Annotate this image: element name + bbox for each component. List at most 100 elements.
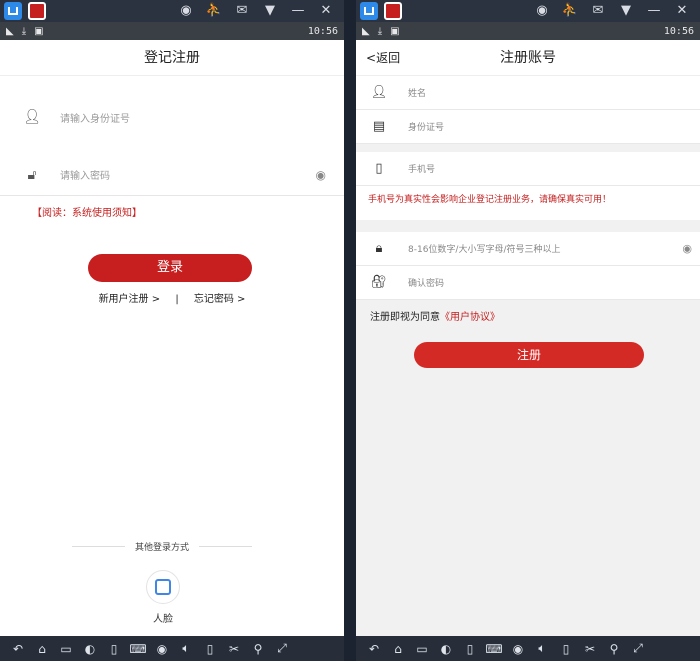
person-icon: 👤︎ — [23, 109, 41, 125]
rotate-icon[interactable]: ▯ — [554, 642, 578, 656]
fullscreen-icon[interactable]: ⤢ — [626, 641, 650, 656]
register-button[interactable]: 注册 — [414, 342, 644, 368]
eye-icon[interactable]: ◉ — [682, 242, 692, 255]
toggle-icon[interactable]: ◐ — [434, 642, 458, 656]
password-field[interactable]: 🔒︎ 8-16位数字/大小写字母/符号三种以上 ◉ — [356, 232, 700, 266]
volume-icon[interactable]: 🔈︎ — [174, 641, 198, 656]
emulator-top-bar: ◉ ⛹ ✉ ▼ — ✕ — [356, 0, 700, 22]
download-icon: ⤓ — [21, 25, 27, 37]
page-title: 注册账号 — [500, 50, 556, 66]
recents-nav-icon[interactable]: ▭ — [410, 642, 434, 656]
status-time: 10:56 — [663, 25, 694, 37]
emulator-top-bar: ◉ ⛹ ✉ ▼ — ✕ — [0, 0, 344, 22]
emulator-bottom-bar: ↶ ⌂ ▭ ◐ ▯ ⌨ ◉ 🔈︎ ▯ ✂ ⚲ ⤢ — [0, 636, 344, 661]
app-header: 登记注册 — [0, 40, 344, 76]
rotate-icon[interactable]: ▯ — [198, 642, 222, 656]
phone-icon[interactable]: ▯ — [102, 642, 126, 656]
id-number-input[interactable]: 身份证号 — [408, 120, 700, 133]
a-icon: ▣ — [34, 25, 44, 37]
eye-nav-icon[interactable]: ◉ — [150, 642, 174, 656]
scissors-icon[interactable]: ✂ — [578, 642, 602, 656]
eye-nav-icon[interactable]: ◉ — [506, 642, 530, 656]
shirt-icon[interactable]: ⛹ — [200, 0, 228, 22]
divider-line — [72, 546, 125, 547]
name-input[interactable]: 姓名 — [408, 86, 700, 99]
face-scan-icon — [155, 579, 171, 595]
other-login-label: 其他登录方式 — [135, 543, 190, 553]
mail-icon[interactable]: ✉ — [228, 0, 256, 22]
app-header: <返回 注册账号 — [356, 40, 700, 76]
seal-app-icon[interactable] — [384, 2, 402, 20]
download-icon: ⤓ — [377, 25, 383, 37]
other-login-divider: 其他登录方式 — [72, 540, 253, 553]
eye-icon[interactable]: ◉ — [316, 168, 326, 182]
user-agreement-link[interactable]: 《用户协议》 — [440, 312, 500, 323]
close-icon[interactable]: ✕ — [668, 0, 696, 22]
auth-links: 新用户注册 > | 忘记密码 > — [0, 290, 344, 305]
minimize-icon[interactable]: — — [640, 0, 668, 22]
location-icon[interactable]: ⚲ — [602, 642, 626, 656]
pane-gutter — [344, 0, 356, 661]
phone-warning: 手机号为真实性会影响企业登记注册业务，请确保真实可用！ — [356, 186, 700, 220]
password-field[interactable]: 🔓︎ 请输入密码 ◉ — [0, 154, 344, 196]
location-icon[interactable]: ⚲ — [246, 642, 270, 656]
phone-field[interactable]: ▯ 手机号 — [356, 152, 700, 186]
android-status-bar: ◣ ⤓ ▣ 10:56 — [356, 22, 700, 40]
id-number-field[interactable]: 👤︎ 请输入身份证号 — [0, 96, 344, 138]
name-field[interactable]: 👤︎ 姓名 — [356, 76, 700, 110]
forgot-password-link[interactable]: 忘记密码 > — [194, 294, 246, 305]
confirm-password-input[interactable]: 确认密码 — [408, 276, 700, 289]
user-icon[interactable]: ◉ — [172, 0, 200, 22]
id-number-field[interactable]: ▤ 身份证号 — [356, 110, 700, 144]
home-app-icon[interactable] — [4, 2, 22, 20]
volume-icon[interactable]: 🔈︎ — [530, 641, 554, 656]
home-app-icon[interactable] — [360, 2, 378, 20]
close-icon[interactable]: ✕ — [312, 0, 340, 22]
signal-icon: ◣ — [362, 25, 370, 37]
link-separator: | — [175, 294, 179, 305]
divider-line — [199, 546, 253, 547]
page-title: 登记注册 — [144, 50, 200, 66]
minimize-icon[interactable]: — — [284, 0, 312, 22]
confirm-password-field[interactable]: 🔐︎ 确认密码 — [356, 266, 700, 300]
dropdown-icon[interactable]: ▼ — [256, 0, 284, 22]
lock-icon: 🔒︎ — [375, 241, 383, 256]
phone-input[interactable]: 手机号 — [408, 162, 700, 175]
id-number-input[interactable]: 请输入身份证号 — [60, 110, 344, 125]
agreement-prefix: 注册即视为同意 — [370, 312, 440, 323]
keyboard-icon[interactable]: ⌨ — [126, 642, 150, 656]
status-time: 10:56 — [307, 25, 338, 37]
keyboard-icon[interactable]: ⌨ — [482, 642, 506, 656]
lock-open-icon: 🔓︎ — [27, 166, 37, 183]
signal-icon: ◣ — [6, 25, 14, 37]
lock-check-icon: 🔐︎ — [370, 275, 388, 290]
emulator-bottom-bar: ↶ ⌂ ▭ ◐ ▯ ⌨ ◉ 🔈︎ ▯ ✂ ⚲ ⤢ — [356, 636, 700, 661]
password-input[interactable]: 请输入密码 — [60, 167, 316, 182]
face-login-button[interactable] — [146, 570, 180, 604]
login-button[interactable]: 登录 — [88, 254, 252, 282]
back-nav-icon[interactable]: ↶ — [6, 642, 30, 656]
back-nav-icon[interactable]: ↶ — [362, 642, 386, 656]
login-screen: ◉ ⛹ ✉ ▼ — ✕ ◣ ⤓ ▣ 10:56 登记注册 👤︎ 请输入身份证号 … — [0, 0, 344, 661]
shirt-icon[interactable]: ⛹ — [556, 0, 584, 22]
home-nav-icon[interactable]: ⌂ — [30, 642, 54, 656]
register-link[interactable]: 新用户注册 > — [99, 294, 161, 305]
phone-icon: ▯ — [375, 161, 383, 176]
android-status-bar: ◣ ⤓ ▣ 10:56 — [0, 22, 344, 40]
a-icon: ▣ — [390, 25, 400, 37]
mail-icon[interactable]: ✉ — [584, 0, 612, 22]
face-login-label: 人脸 — [153, 614, 173, 625]
toggle-icon[interactable]: ◐ — [78, 642, 102, 656]
dropdown-icon[interactable]: ▼ — [612, 0, 640, 22]
fullscreen-icon[interactable]: ⤢ — [270, 641, 294, 656]
scissors-icon[interactable]: ✂ — [222, 642, 246, 656]
home-nav-icon[interactable]: ⌂ — [386, 642, 410, 656]
user-icon[interactable]: ◉ — [528, 0, 556, 22]
person-icon: 👤︎ — [370, 85, 388, 100]
id-card-icon: ▤ — [372, 119, 386, 134]
usage-notice-link[interactable]: 【阅读：系统使用须知】 — [32, 204, 142, 219]
password-input[interactable]: 8-16位数字/大小写字母/符号三种以上 — [408, 242, 682, 255]
phone-icon[interactable]: ▯ — [458, 642, 482, 656]
seal-app-icon[interactable] — [28, 2, 46, 20]
recents-nav-icon[interactable]: ▭ — [54, 642, 78, 656]
